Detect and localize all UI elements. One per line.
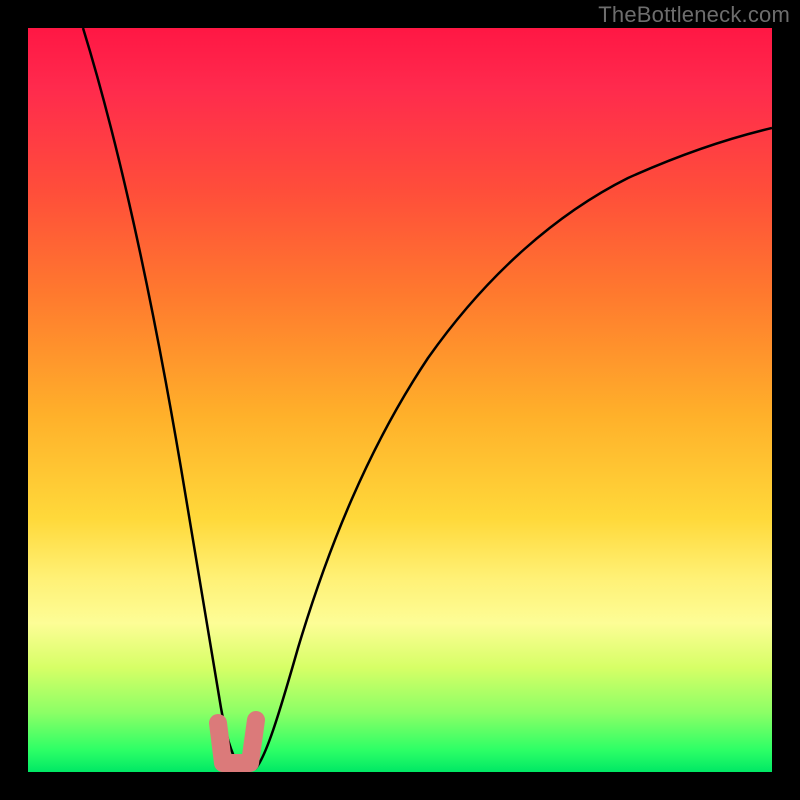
chart-frame: TheBottleneck.com: [0, 0, 800, 800]
chart-plot-area: [28, 28, 772, 772]
highlight-band: [218, 720, 256, 763]
watermark-text: TheBottleneck.com: [598, 2, 790, 28]
curve-svg: [28, 28, 772, 772]
bottleneck-curve: [83, 28, 772, 768]
